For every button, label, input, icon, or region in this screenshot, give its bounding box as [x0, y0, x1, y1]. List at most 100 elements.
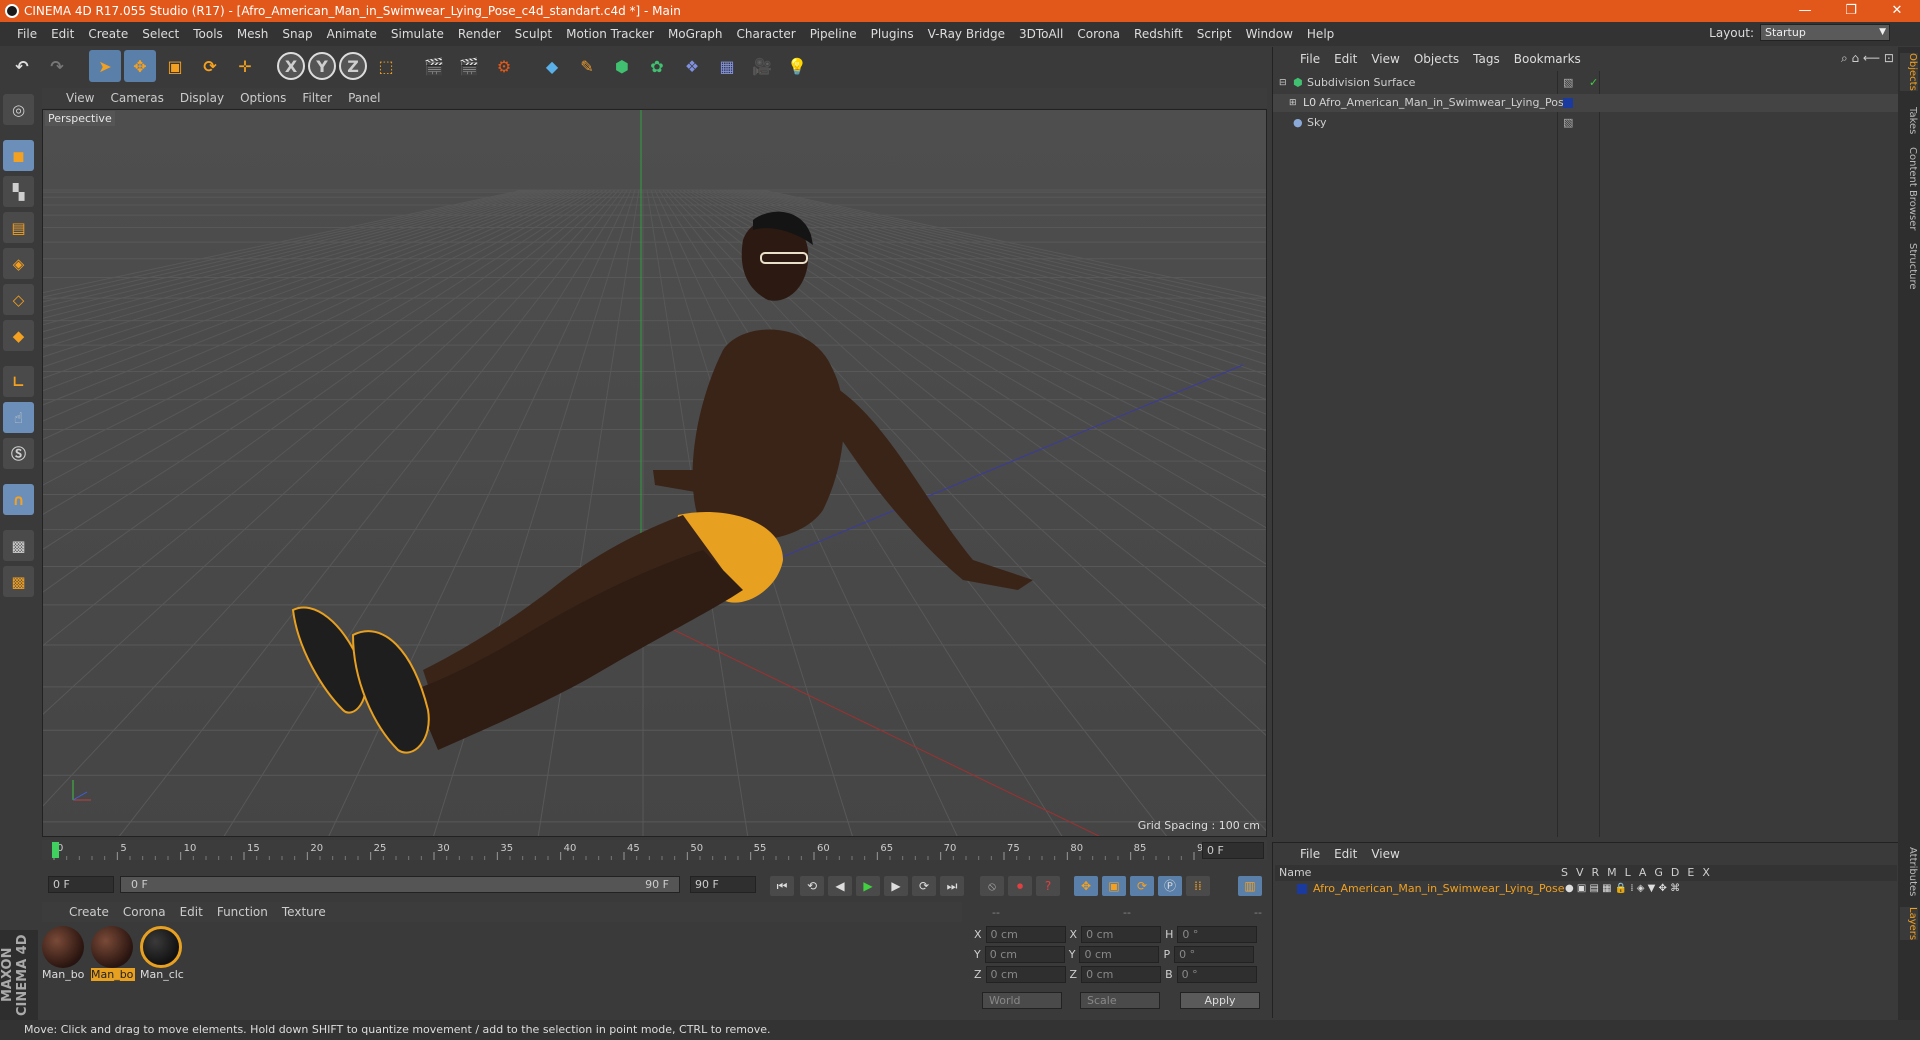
playhead[interactable]: [52, 842, 59, 858]
visibility-toggle-icon[interactable]: ▧: [1563, 114, 1573, 132]
size-y-field[interactable]: 0 cm: [1079, 946, 1160, 963]
key-parameter-icon[interactable]: Ⓟ: [1158, 876, 1182, 896]
layer-column-l[interactable]: L: [1625, 865, 1631, 881]
layer-color-swatch[interactable]: [1563, 98, 1573, 108]
menu-item-3dtoall[interactable]: 3DToAll: [1012, 22, 1070, 46]
render-view-icon[interactable]: 🎬: [418, 50, 450, 82]
material-menu-texture[interactable]: Texture: [275, 905, 333, 919]
menu-item-animate[interactable]: Animate: [320, 22, 384, 46]
layer-row[interactable]: Afro_American_Man_in_Swimwear_Lying_Pose…: [1275, 881, 1897, 897]
tab-content-browser[interactable]: Content Browser: [1900, 147, 1918, 230]
viewport-perspective[interactable]: Perspective ✥ ⇕ ⟳ ▣ Grid Spacing : 100 c…: [42, 109, 1267, 837]
render-picture-viewer-icon[interactable]: 🎬: [453, 50, 485, 82]
polygons-mode-icon[interactable]: ◆: [3, 320, 34, 351]
grid-lock-icon[interactable]: ▩: [3, 530, 34, 561]
object-manager-tools[interactable]: ⌕ ⌂ ⟵ ⊡: [1841, 51, 1894, 66]
autokey-icon[interactable]: ⏺: [1008, 876, 1032, 896]
x-axis-button[interactable]: X: [277, 52, 305, 80]
go-to-start-icon[interactable]: ⏮: [770, 876, 794, 896]
grid-snap-icon[interactable]: ▩: [3, 566, 34, 597]
next-frame-icon[interactable]: ▶: [884, 876, 908, 896]
close-button[interactable]: ✕: [1874, 0, 1920, 22]
material-menu-function[interactable]: Function: [210, 905, 275, 919]
enabled-check-icon[interactable]: ✓: [1589, 74, 1598, 92]
tab-attributes[interactable]: Attributes: [1900, 847, 1918, 896]
menu-item-corona[interactable]: Corona: [1070, 22, 1127, 46]
object-menu-file[interactable]: File: [1293, 52, 1327, 66]
timeline-window-icon[interactable]: ▥: [1238, 876, 1262, 896]
scale-dropdown[interactable]: Scale: [1080, 992, 1160, 1009]
tab-takes[interactable]: Takes: [1900, 107, 1918, 134]
menu-item-motion-tracker[interactable]: Motion Tracker: [559, 22, 661, 46]
menu-item-simulate[interactable]: Simulate: [384, 22, 451, 46]
transform-icon[interactable]: ✛: [229, 50, 261, 82]
rotation-h-field[interactable]: 0 °: [1177, 926, 1258, 943]
object-row-figure[interactable]: ⊞ L0 Afro_American_Man_in_Swimwear_Lying…: [1273, 94, 1899, 112]
make-editable-icon[interactable]: ◎: [3, 94, 34, 125]
object-menu-tags[interactable]: Tags: [1466, 52, 1507, 66]
menu-item-file[interactable]: File: [10, 22, 44, 46]
tweak-icon[interactable]: ☝: [3, 402, 34, 433]
record-keys-icon[interactable]: ⦸: [980, 876, 1004, 896]
pen-spline-icon[interactable]: ✎: [571, 50, 603, 82]
object-menu-view[interactable]: View: [1364, 52, 1406, 66]
viewport-menu-display[interactable]: Display: [172, 91, 232, 105]
model-mode-icon[interactable]: ◼: [3, 140, 34, 171]
coordinate-system-icon[interactable]: ⬚: [370, 50, 402, 82]
previous-frame-icon[interactable]: ◀: [828, 876, 852, 896]
viewport-menu-cameras[interactable]: Cameras: [102, 91, 171, 105]
texture-mode-icon[interactable]: ▚: [3, 176, 34, 207]
position-z-field[interactable]: 0 cm: [985, 966, 1066, 983]
material-swatch[interactable]: Man_bo: [91, 926, 135, 982]
menu-item-snap[interactable]: Snap: [275, 22, 319, 46]
menu-item-pipeline[interactable]: Pipeline: [803, 22, 864, 46]
layer-column-a[interactable]: A: [1639, 865, 1647, 881]
y-axis-button[interactable]: Y: [308, 52, 336, 80]
play-icon[interactable]: ▶: [856, 876, 880, 896]
tab-structure[interactable]: Structure: [1900, 243, 1918, 290]
viewport-menu-view[interactable]: View: [58, 91, 102, 105]
menu-item-plugins[interactable]: Plugins: [864, 22, 921, 46]
camera-icon[interactable]: 🎥: [746, 50, 778, 82]
expand-icon[interactable]: ⊞: [1289, 94, 1297, 112]
key-rotation-icon[interactable]: ⟳: [1130, 876, 1154, 896]
key-position-icon[interactable]: ✥: [1074, 876, 1098, 896]
menu-item-v-ray-bridge[interactable]: V-Ray Bridge: [921, 22, 1012, 46]
menu-item-edit[interactable]: Edit: [44, 22, 81, 46]
menu-item-window[interactable]: Window: [1239, 22, 1300, 46]
layer-column-r[interactable]: R: [1592, 865, 1600, 881]
select-arrow-icon[interactable]: ➤: [89, 50, 121, 82]
points-mode-icon[interactable]: ◈: [3, 248, 34, 279]
layer-column-g[interactable]: G: [1654, 865, 1663, 881]
position-y-field[interactable]: 0 cm: [984, 946, 1065, 963]
menu-item-script[interactable]: Script: [1190, 22, 1239, 46]
range-slider[interactable]: 0 F 90 F: [120, 876, 680, 893]
layer-column-d[interactable]: D: [1671, 865, 1679, 881]
menu-item-select[interactable]: Select: [135, 22, 186, 46]
deformer-icon[interactable]: ❖: [676, 50, 708, 82]
layer-menu-edit[interactable]: Edit: [1327, 847, 1364, 861]
material-menu-edit[interactable]: Edit: [173, 905, 210, 919]
next-key-icon[interactable]: ⟳: [912, 876, 936, 896]
rotation-b-field[interactable]: 0 °: [1176, 966, 1257, 983]
current-frame-field[interactable]: 0 F: [1202, 842, 1264, 859]
move-icon[interactable]: ✥: [124, 50, 156, 82]
object-menu-edit[interactable]: Edit: [1327, 52, 1364, 66]
previous-key-icon[interactable]: ⟲: [800, 876, 824, 896]
rotate-icon[interactable]: ⟳: [194, 50, 226, 82]
material-menu-create[interactable]: Create: [62, 905, 116, 919]
object-menu-objects[interactable]: Objects: [1407, 52, 1466, 66]
keyframe-selection-icon[interactable]: ?: [1036, 876, 1060, 896]
floor-icon[interactable]: ▦: [711, 50, 743, 82]
size-x-field[interactable]: 0 cm: [1081, 926, 1162, 943]
world-dropdown[interactable]: World: [982, 992, 1062, 1009]
subdivision-icon[interactable]: ⬢: [606, 50, 638, 82]
rotation-p-field[interactable]: 0 °: [1174, 946, 1255, 963]
menu-item-mograph[interactable]: MoGraph: [661, 22, 730, 46]
size-z-field[interactable]: 0 cm: [1081, 966, 1162, 983]
viewport-menu-panel[interactable]: Panel: [340, 91, 388, 105]
axis-icon[interactable]: ∟: [3, 366, 34, 397]
layer-column-x[interactable]: X: [1702, 865, 1710, 881]
layer-flags-icons[interactable]: ● ▣ ▤ ▦ 🔒 ⁞ ◈ ▼ ✥ ⌘: [1565, 881, 1680, 897]
maximize-button[interactable]: ❐: [1828, 0, 1874, 22]
